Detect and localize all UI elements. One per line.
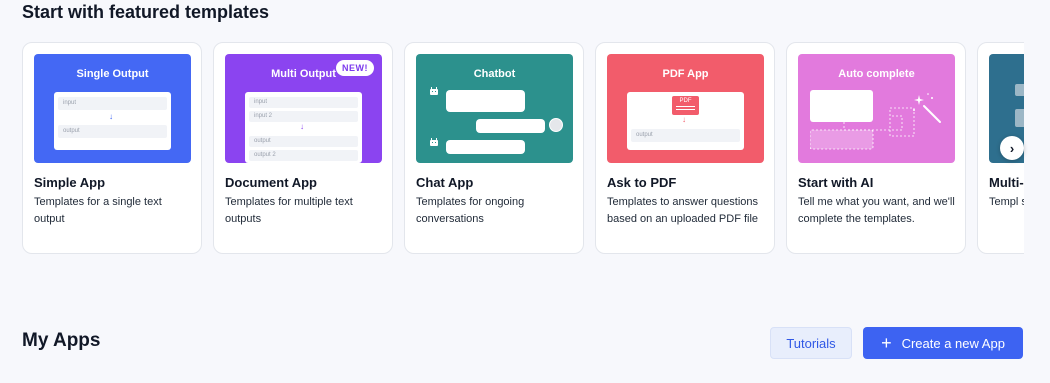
card-title: Ask to PDF — [607, 175, 677, 190]
tutorials-button[interactable]: Tutorials — [770, 327, 852, 359]
template-card-document-app[interactable]: Multi Output NEW! input input 2 ↓ output… — [213, 42, 393, 254]
preview-input: input — [249, 97, 358, 108]
robot-icon — [430, 138, 438, 146]
templates-carousel: Single Output input ↓ output Simple App … — [22, 42, 1024, 254]
preview-block — [1015, 109, 1024, 127]
my-apps-title: My Apps — [22, 330, 101, 351]
bot-message-bubble — [446, 140, 525, 154]
card-description: Templates to answer questions based on a… — [607, 196, 759, 225]
card-title: Start with AI — [798, 175, 874, 190]
plus-icon: + — [881, 333, 892, 353]
card-description: Templ sequen — [989, 196, 1024, 208]
carousel-next-button[interactable]: › — [1000, 136, 1024, 160]
magic-wand-icon — [913, 93, 941, 123]
card-title: Multi- — [989, 175, 1024, 190]
preview-output-2: output 2 — [249, 150, 358, 161]
pdf-file-icon: PDF — [672, 96, 699, 115]
arrow-down-icon: ↓ — [300, 122, 304, 131]
template-card-ask-to-pdf[interactable]: PDF App PDF ↓ output Ask to PDF Template… — [595, 42, 775, 254]
thumbnail-title: PDF App — [662, 68, 709, 80]
preview-block — [1015, 84, 1024, 96]
template-thumbnail: Single Output input ↓ output — [34, 54, 191, 163]
template-thumbnail: Chatbot — [416, 54, 573, 163]
card-description: Templates for ongoing conversations — [416, 196, 525, 225]
template-card-chat-app[interactable]: Chatbot Chat App Templates for ongoing c… — [404, 42, 584, 254]
arrow-down-icon: ↓ — [109, 112, 113, 121]
thumbnail-title: Chatbot — [473, 68, 516, 80]
user-avatar — [549, 118, 563, 132]
create-new-app-button[interactable]: + Create a new App — [863, 327, 1023, 359]
template-thumbnail: PDF App PDF ↓ output — [607, 54, 764, 163]
card-description: Templates for multiple text outputs — [225, 196, 353, 225]
preview-input: input — [58, 97, 167, 110]
bot-message-bubble — [446, 90, 525, 112]
template-thumbnail: Auto complete — [798, 54, 955, 163]
pdf-label: PDF — [679, 98, 692, 104]
arrow-down-icon: ↓ — [682, 115, 686, 124]
preview-input-2: input 2 — [249, 111, 358, 122]
create-new-app-label: Create a new App — [901, 335, 1005, 351]
template-thumbnail: Multi Output NEW! input input 2 ↓ output… — [225, 54, 382, 163]
robot-icon — [430, 87, 438, 95]
thumbnail-title: Auto complete — [838, 68, 915, 80]
card-title: Document App — [225, 175, 317, 190]
thumbnail-title: Single Output — [76, 68, 149, 80]
preview-panel: input ↓ output — [54, 92, 171, 150]
template-card-start-with-ai[interactable]: Auto complete Start with AI Tell me what… — [786, 42, 966, 254]
template-card-simple-app[interactable]: Single Output input ↓ output Simple App … — [22, 42, 202, 254]
preview-panel: input input 2 ↓ output output 2 — [245, 92, 362, 163]
card-title: Chat App — [416, 175, 474, 190]
user-message-bubble — [476, 119, 545, 133]
preview-output: output — [249, 136, 358, 147]
preview-panel: PDF ↓ output — [627, 92, 744, 150]
new-badge: NEW! — [336, 60, 374, 76]
preview-output: output — [58, 125, 167, 138]
featured-templates-title: Start with featured templates — [22, 2, 270, 22]
chevron-right-icon: › — [1009, 140, 1015, 156]
preview-output: output — [631, 129, 740, 142]
card-description: Tell me what you want, and we'll complet… — [798, 196, 955, 225]
card-description: Templates for a single text output — [34, 196, 162, 225]
card-title: Simple App — [34, 175, 106, 190]
